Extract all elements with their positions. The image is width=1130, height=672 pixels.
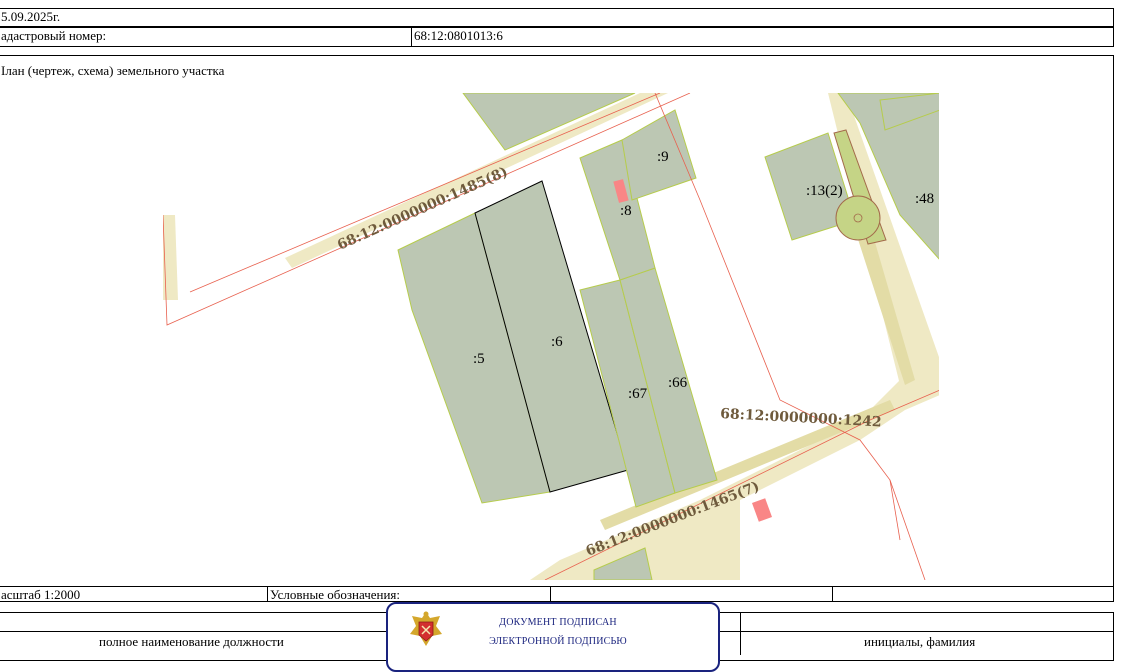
parcel-label-8: :8	[620, 203, 632, 219]
scale-text: асштаб 1:2000	[1, 587, 81, 602]
parcel-label-13: :13(2)	[806, 183, 843, 199]
road-label-1242: 68:12:0000000:1242	[720, 406, 882, 430]
emblem-icon	[410, 611, 442, 646]
plan-title: Ілан (чертеж, схема) земельного участка	[1, 63, 225, 78]
signature-stamp: ДОКУМЕНТ ПОДПИСАН ЭЛЕКТРОННОЙ ПОДПИСЬЮ	[386, 602, 720, 672]
cadastral-value-cell: 68:12:0801013:6	[411, 27, 1114, 47]
parcel-label-48: :48	[915, 191, 934, 207]
legend-empty-cell-2	[832, 586, 1114, 602]
building-road	[752, 498, 772, 522]
parcel-label-6: :6	[551, 334, 563, 350]
parcel-label-67: :67	[628, 386, 648, 402]
legend-cell: Условные обозначения:	[267, 586, 551, 602]
stamp-line-2: ЭЛЕКТРОННОЙ ПОДПИСЬЮ	[489, 636, 627, 647]
selected-circle	[835, 195, 881, 241]
legend-text: Условные обозначения:	[270, 587, 401, 602]
cadastral-label: адастровый номер:	[1, 28, 107, 43]
plan-title-cell: Ілан (чертеж, схема) земельного участка	[0, 55, 1114, 87]
date-text: 5.09.2025г.	[1, 9, 61, 24]
legend-empty-cell-1	[550, 586, 833, 602]
name-label: инициалы, фамилия	[864, 634, 976, 649]
cadastral-map: 68:12:0000000:1485(8) 68:12:0000000:1242…	[163, 93, 939, 580]
parcel-label-9: :9	[657, 149, 669, 165]
position-label: полное наименование должности	[99, 634, 284, 649]
signature-divider	[740, 612, 741, 655]
parcel-label-5: :5	[473, 351, 485, 367]
date-cell: 5.09.2025г.	[0, 8, 1114, 27]
parcel-label-66: :66	[668, 375, 688, 391]
stamp-line-1: ДОКУМЕНТ ПОДПИСАН	[499, 617, 617, 628]
cadastral-value: 68:12:0801013:6	[414, 28, 503, 43]
scale-cell: асштаб 1:2000	[0, 586, 268, 602]
cadastral-label-cell: адастровый номер:	[0, 27, 412, 47]
